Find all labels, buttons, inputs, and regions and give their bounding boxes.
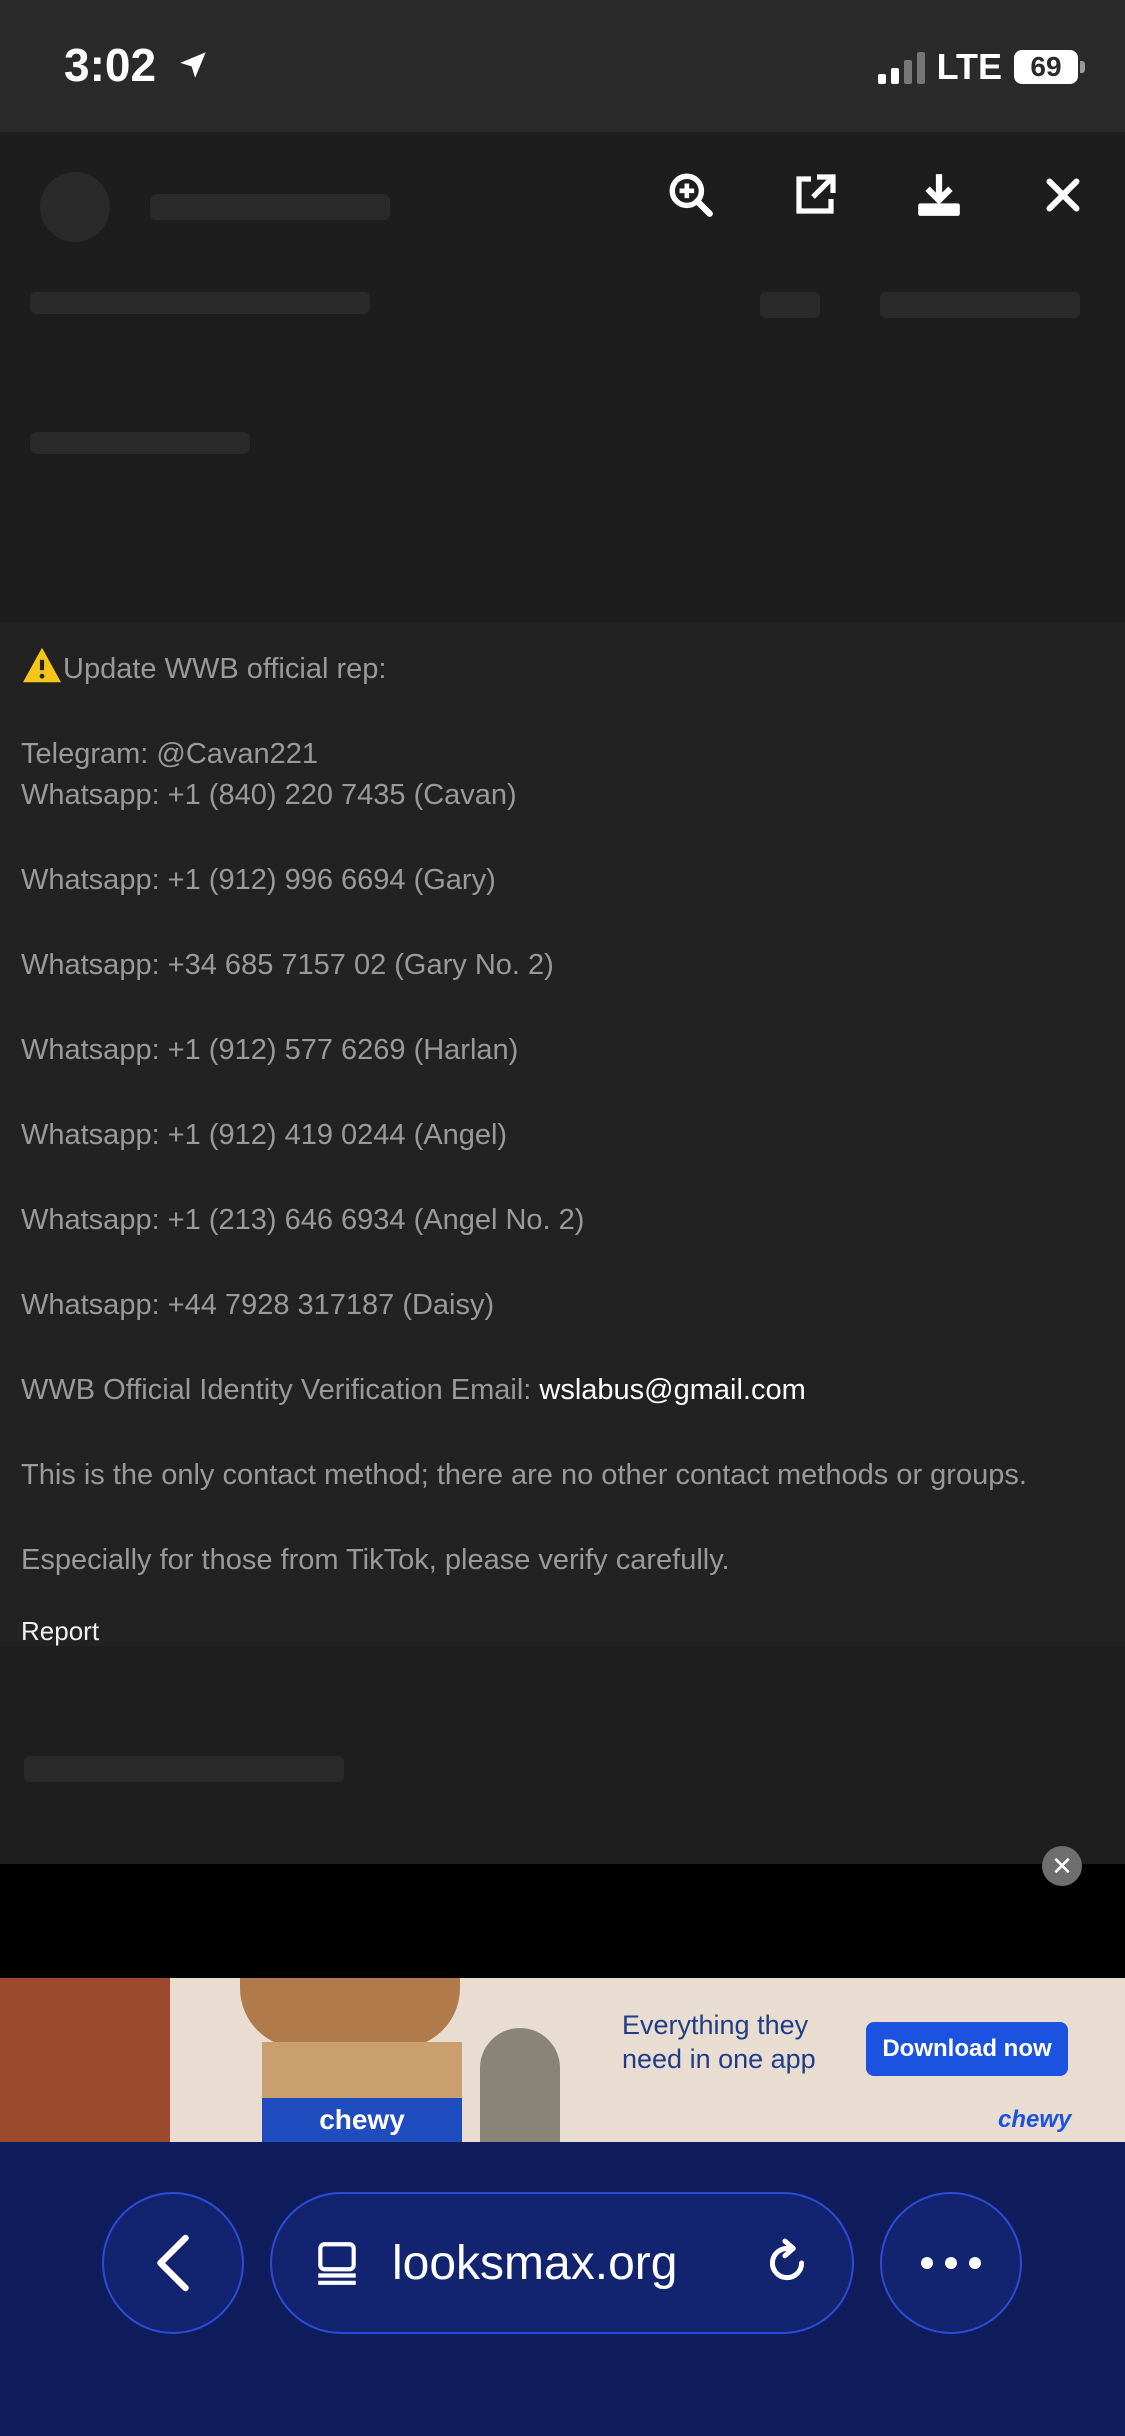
location-arrow-icon bbox=[180, 52, 206, 78]
contact-line: Whatsapp: +34 685 7157 02 (Gary No. 2) bbox=[21, 949, 554, 981]
close-icon[interactable] bbox=[1001, 160, 1125, 230]
status-bar: 3:02 LTE 69 bbox=[0, 0, 1125, 132]
reload-icon[interactable] bbox=[762, 2238, 812, 2288]
back-icon bbox=[157, 2234, 189, 2292]
ad-box-label: chewy bbox=[262, 2098, 462, 2142]
browser-toolbar: looksmax.org bbox=[0, 2142, 1125, 2436]
status-indicators: LTE 69 bbox=[877, 46, 1085, 88]
post-heading-row: Update WWB official rep: bbox=[21, 646, 386, 686]
contact-line: Whatsapp: +1 (912) 996 6694 (Gary) bbox=[21, 864, 496, 896]
open-external-icon[interactable] bbox=[753, 160, 877, 230]
status-time: 3:02 bbox=[64, 39, 157, 91]
warning-icon bbox=[23, 647, 61, 683]
more-icon bbox=[921, 2257, 981, 2269]
battery-icon: 69 bbox=[1014, 50, 1078, 84]
note-line: Especially for those from TikTok, please… bbox=[21, 1544, 730, 1576]
back-button[interactable] bbox=[102, 2192, 244, 2334]
contact-line: Whatsapp: +1 (912) 577 6269 (Harlan) bbox=[21, 1034, 519, 1066]
note-line: This is the only contact method; there a… bbox=[21, 1459, 1027, 1491]
ad-spacer bbox=[0, 1864, 1125, 1978]
url-text: looksmax.org bbox=[392, 2236, 678, 2290]
image-content: Update WWB official rep: Telegram: @Cava… bbox=[0, 622, 1125, 1646]
contact-line: Whatsapp: +1 (912) 419 0244 (Angel) bbox=[21, 1119, 508, 1151]
email-label: WWB Official Identity Verification Email… bbox=[21, 1374, 540, 1406]
dimmed-page-bottom bbox=[0, 1646, 1125, 1864]
more-button[interactable] bbox=[880, 2192, 1022, 2334]
ad-close-icon[interactable]: ✕ bbox=[1042, 1846, 1082, 1886]
post-heading: Update WWB official rep: bbox=[63, 653, 387, 685]
ad-download-button[interactable]: Download now bbox=[866, 2022, 1068, 2076]
ad-cat-image bbox=[480, 2028, 560, 2142]
tabs-icon bbox=[318, 2242, 356, 2285]
contact-line: Telegram: @Cavan221 bbox=[21, 738, 319, 770]
ad-chair-image bbox=[0, 1978, 170, 2142]
email-address: wslabus@gmail.com bbox=[539, 1374, 806, 1406]
email-line: WWB Official Identity Verification Email… bbox=[21, 1374, 806, 1407]
ad-dog-image bbox=[240, 1978, 460, 2048]
ad-text: Everything they need in one app bbox=[622, 2010, 816, 2074]
contact-line: Whatsapp: +44 7928 317187 (Daisy) bbox=[21, 1289, 495, 1321]
contact-line: Whatsapp: +1 (213) 646 6934 (Angel No. 2… bbox=[21, 1204, 585, 1236]
battery-tip bbox=[1080, 61, 1085, 73]
address-bar[interactable]: looksmax.org bbox=[270, 2192, 854, 2334]
download-icon[interactable] bbox=[877, 160, 1001, 230]
signal-icon bbox=[877, 50, 925, 84]
ad-brand-logo: chewy bbox=[998, 2106, 1072, 2133]
ad-banner[interactable]: chewy Everything they need in one app Do… bbox=[0, 1978, 1125, 2142]
contact-line: Whatsapp: +1 (840) 220 7435 (Cavan) bbox=[21, 779, 517, 811]
report-link[interactable]: Report bbox=[21, 1616, 99, 1647]
network-type: LTE bbox=[936, 46, 1002, 87]
zoom-in-icon[interactable] bbox=[629, 160, 753, 230]
image-viewer-toolbar bbox=[629, 160, 1125, 230]
